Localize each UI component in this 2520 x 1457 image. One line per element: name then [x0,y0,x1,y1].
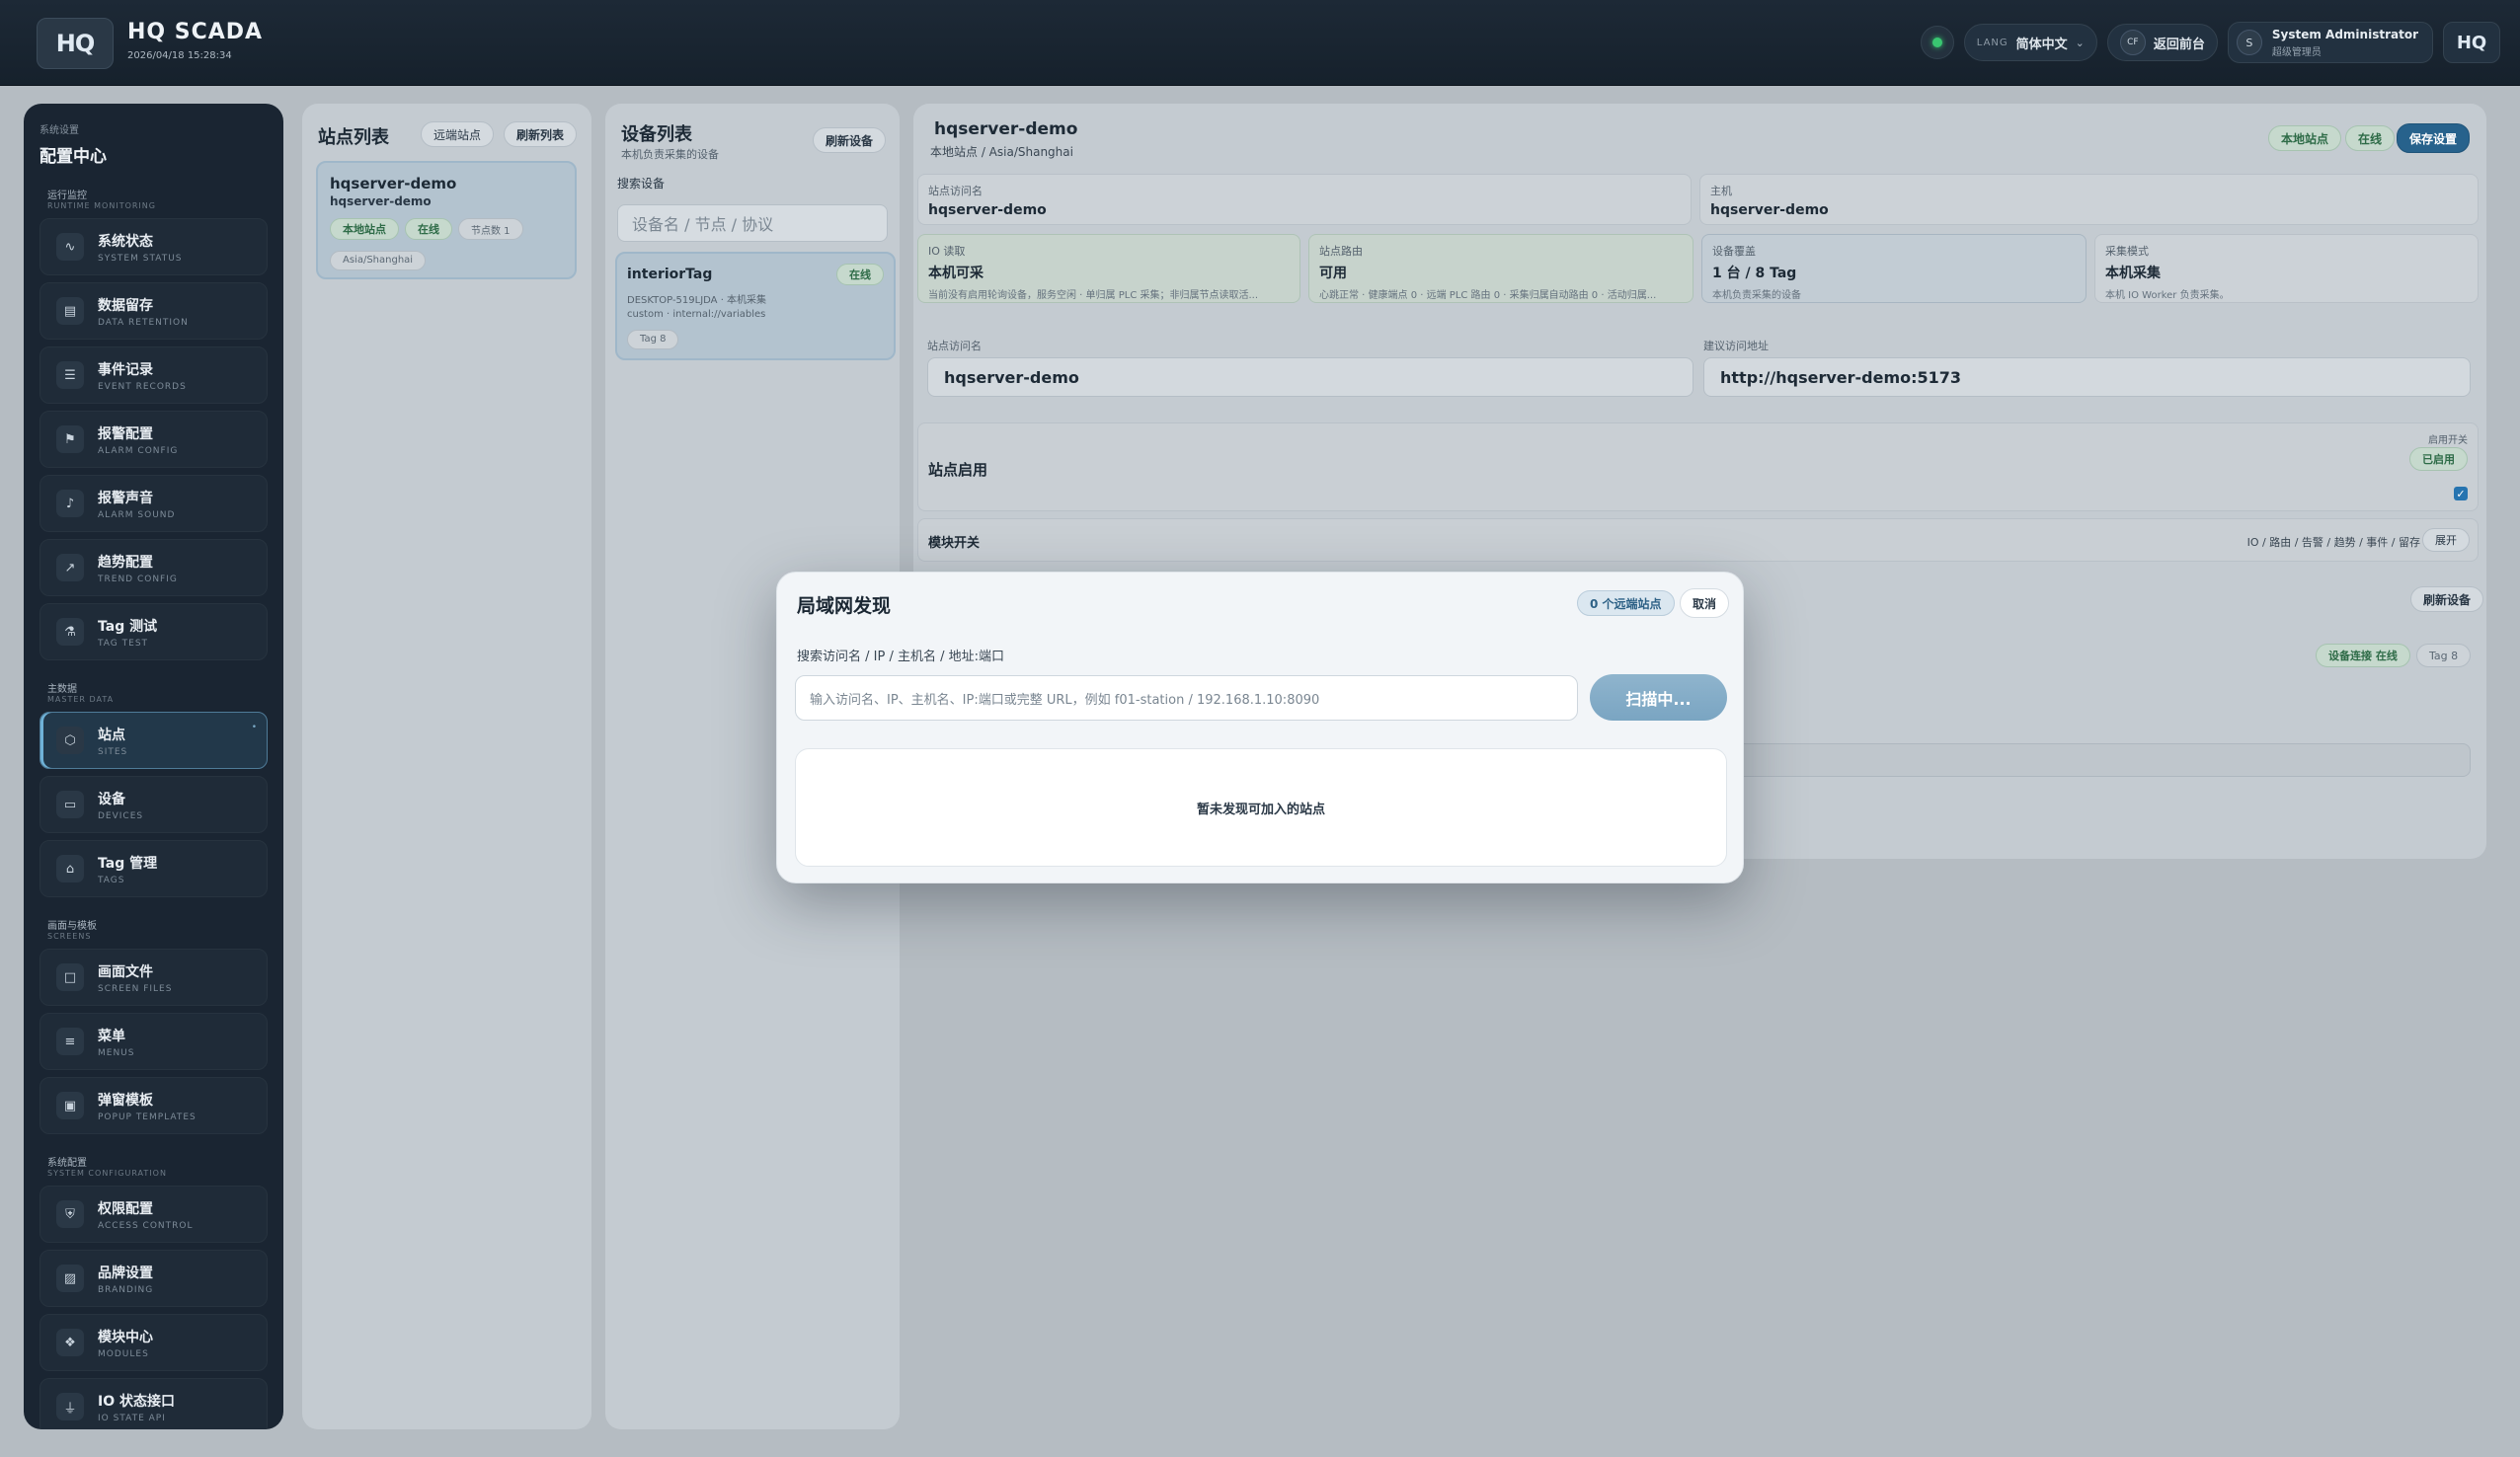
discovery-search-label: 搜索访问名 / IP / 主机名 / 地址:端口 [797,650,1004,664]
scan-button[interactable]: 扫描中... [1590,674,1727,721]
cancel-button[interactable]: 取消 [1680,588,1730,618]
discovery-search-input[interactable]: 输入访问名、IP、主机名、IP:端口或完整 URL，例如 f01-station… [795,675,1578,721]
lan-discovery-dialog: 局域网发现 0 个远端站点 取消 搜索访问名 / IP / 主机名 / 地址:端… [776,572,1744,883]
empty-results-text: 暂未发现可加入的站点 [1196,802,1325,817]
remote-count-badge: 0 个远端站点 [1577,590,1675,616]
dialog-title: 局域网发现 [797,595,892,617]
discovery-results: 暂未发现可加入的站点 [795,748,1727,867]
